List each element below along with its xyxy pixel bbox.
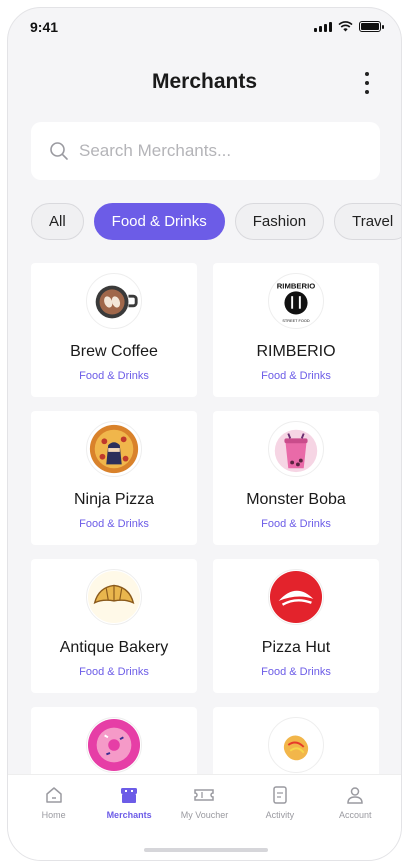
merchant-card-monster-boba[interactable]: Monster Boba Food & Drinks [213, 411, 379, 545]
logo-subtext: STREET FOOD [282, 319, 309, 323]
status-icons [314, 21, 384, 32]
merchant-card-brew-coffee[interactable]: Brew Coffee Food & Drinks [31, 263, 197, 397]
document-icon [273, 786, 287, 804]
merchant-category: Food & Drinks [79, 370, 149, 382]
search-bar[interactable] [31, 122, 380, 180]
merchant-category: Food & Drinks [261, 666, 331, 678]
status-time: 9:41 [30, 19, 59, 35]
search-icon [50, 142, 68, 160]
filter-chip-food-drinks[interactable]: Food & Drinks [93, 203, 225, 240]
ninja-pizza-icon [86, 421, 142, 477]
category-filter-bar: All Food & Drinks Fashion Travel [31, 203, 401, 240]
merchant-name: Antique Bakery [59, 639, 169, 656]
coffee-cup-icon [86, 273, 142, 329]
search-input[interactable] [79, 141, 339, 161]
merchant-card-pizza-hut[interactable]: Pizza Hut Food & Drinks [213, 559, 379, 693]
filter-chip-fashion[interactable]: Fashion [234, 203, 325, 240]
nav-item-activity[interactable]: Activity [245, 785, 315, 820]
bottom-navigation: Home Merchants My Voucher Activity Accou… [8, 774, 401, 860]
signal-icon [314, 21, 332, 32]
merchant-name: RIMBERIO [256, 343, 336, 360]
nav-label: Account [338, 810, 372, 820]
home-indicator [144, 848, 268, 852]
filter-chip-all[interactable]: All [31, 203, 84, 240]
merchant-grid: Brew Coffee Food & Drinks RIMBERIO STREE… [31, 263, 380, 841]
wifi-icon [338, 21, 353, 32]
nav-item-account[interactable]: Account [320, 785, 390, 820]
ticket-icon [194, 789, 215, 801]
battery-icon [359, 21, 384, 32]
nav-label: Merchants [106, 810, 152, 820]
store-icon [121, 788, 138, 803]
nav-label: My Voucher [180, 810, 229, 820]
logo-text: RIMBERIO [277, 281, 316, 290]
nav-item-my-voucher[interactable]: My Voucher [169, 785, 239, 820]
merchant-category: Food & Drinks [261, 518, 331, 530]
pizza-hut-roof-icon [268, 569, 324, 625]
donut-icon [86, 717, 142, 773]
corn-dog-icon [268, 717, 324, 773]
nav-item-home[interactable]: Home [19, 785, 89, 820]
home-icon [45, 787, 62, 803]
filter-chip-travel[interactable]: Travel [334, 203, 401, 240]
page-title: Merchants [151, 70, 258, 93]
merchant-category: Food & Drinks [261, 370, 331, 382]
status-bar: 9:41 [8, 8, 401, 48]
merchant-card-ninja-pizza[interactable]: Ninja Pizza Food & Drinks [31, 411, 197, 545]
merchant-name: Ninja Pizza [73, 491, 155, 508]
merchant-category: Food & Drinks [79, 666, 149, 678]
nav-item-merchants[interactable]: Merchants [94, 785, 164, 820]
user-icon [347, 787, 364, 804]
merchant-category: Food & Drinks [79, 518, 149, 530]
merchant-card-antique-bakery[interactable]: Antique Bakery Food & Drinks [31, 559, 197, 693]
rimberio-street-food-logo: RIMBERIO STREET FOOD [268, 273, 324, 329]
merchant-card-rimberio[interactable]: RIMBERIO STREET FOOD RIMBERIO Food & Dri… [213, 263, 379, 397]
boba-cup-icon [268, 421, 324, 477]
nav-label: Home [41, 810, 66, 820]
more-options-icon[interactable] [363, 72, 371, 94]
merchant-name: Pizza Hut [261, 639, 331, 656]
merchant-name: Brew Coffee [70, 343, 158, 360]
merchant-name: Monster Boba [246, 491, 346, 508]
phone-screen: 9:41 Merchants All Food & Drinks Fashion… [7, 7, 402, 861]
nav-label: Activity [265, 810, 295, 820]
croissant-icon [86, 569, 142, 625]
